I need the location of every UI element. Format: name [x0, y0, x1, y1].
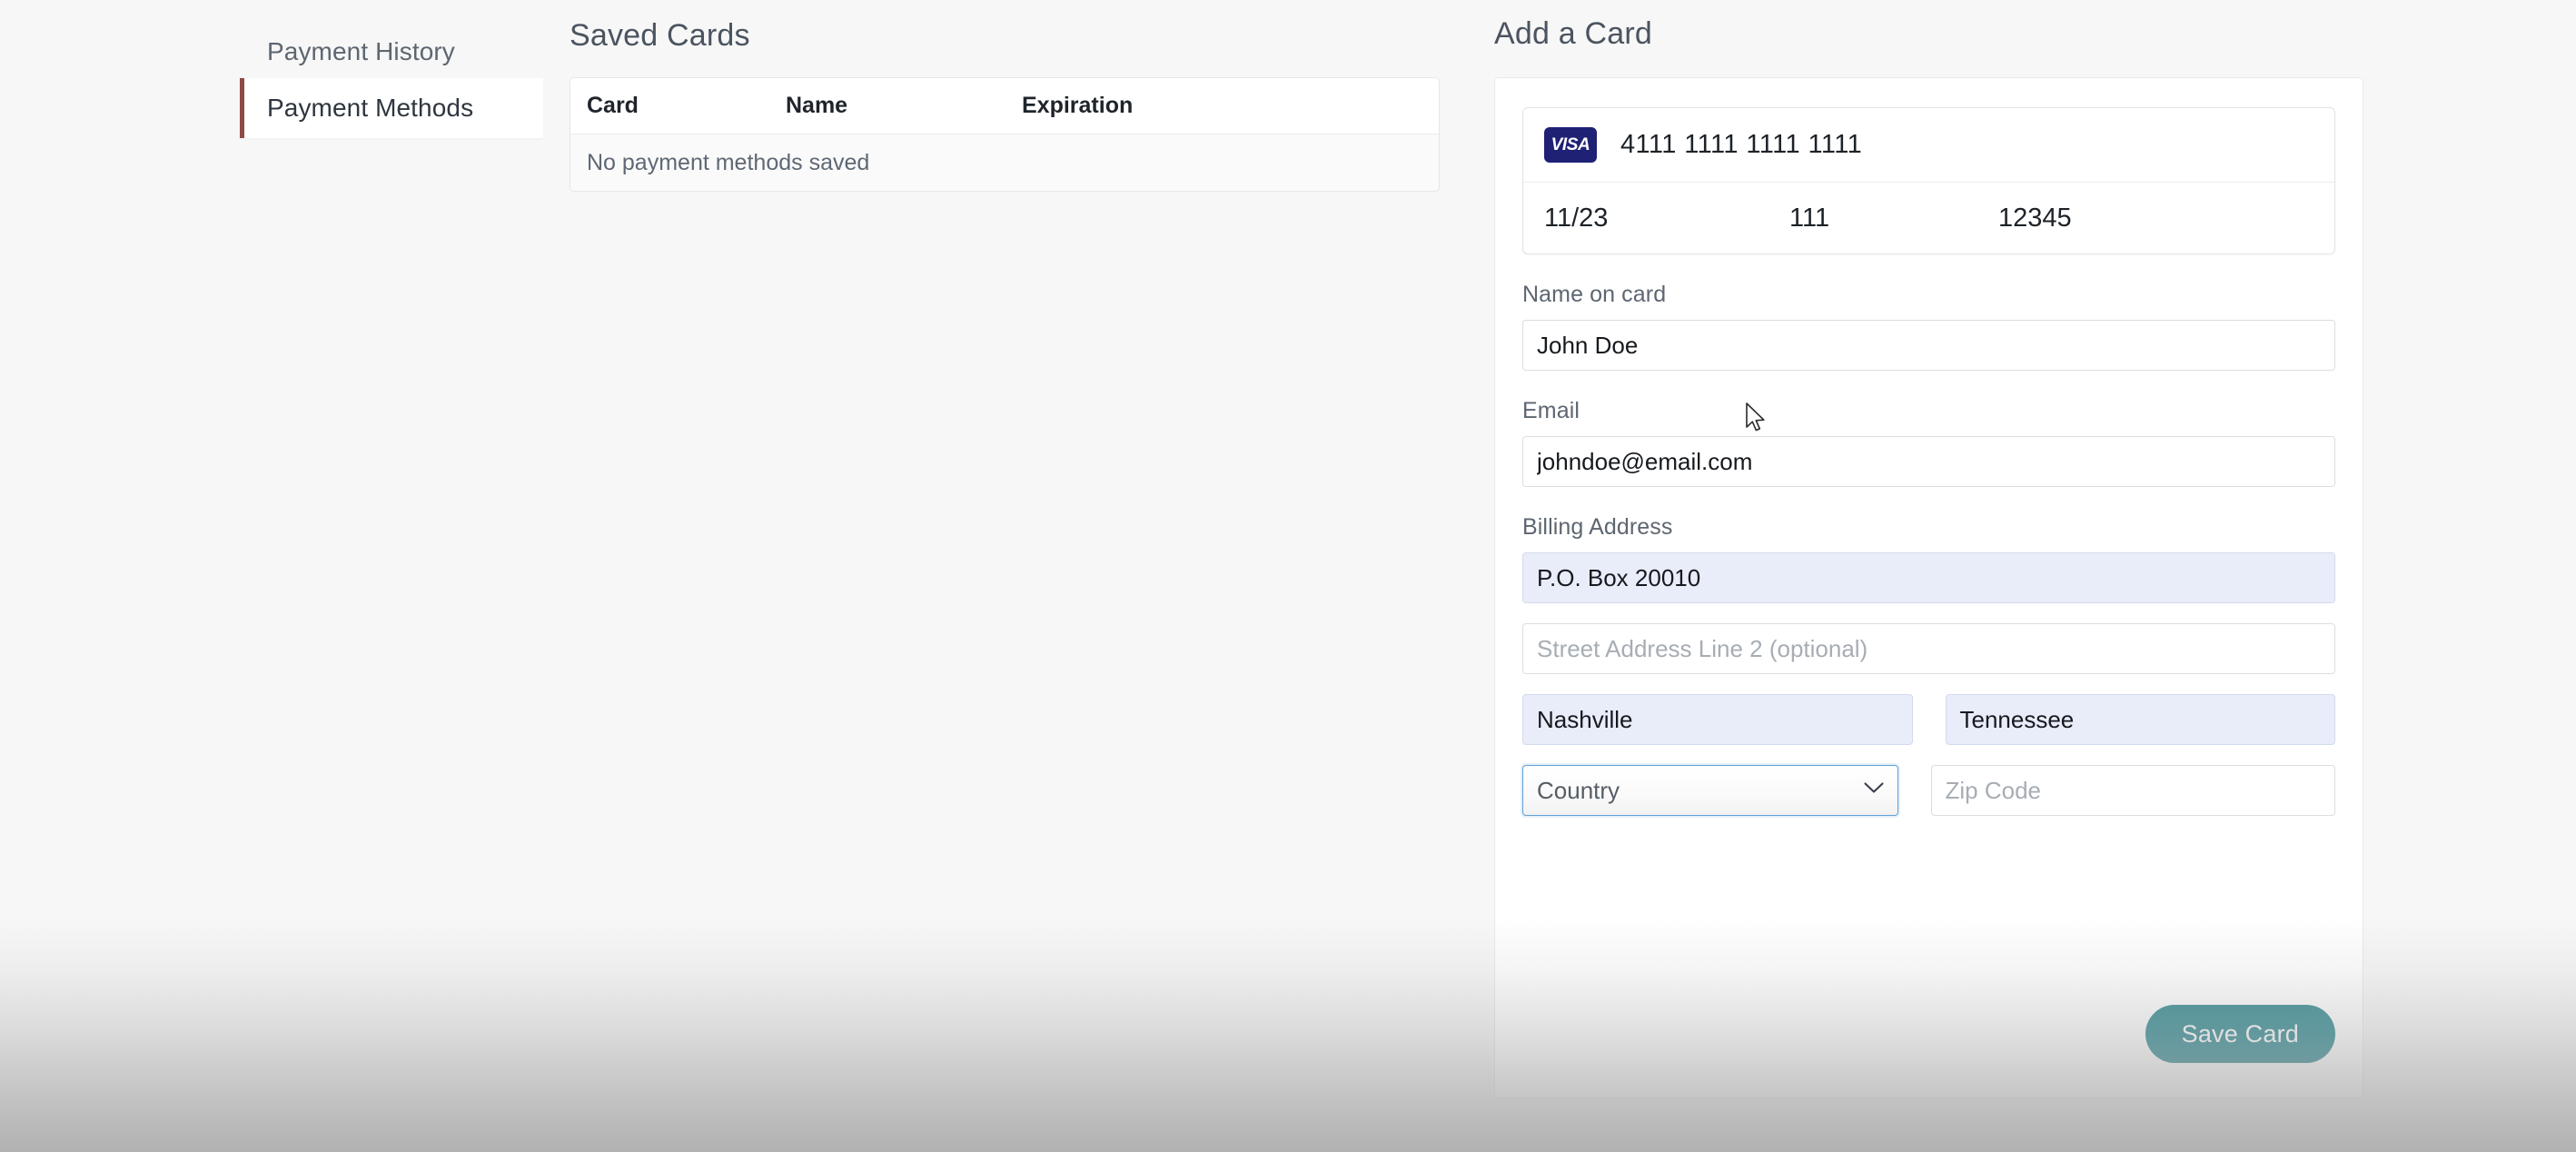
sidebar-item-label: Payment Methods — [267, 94, 474, 122]
saved-cards-section: Saved Cards Card Name Expiration No paym… — [570, 18, 1440, 192]
visa-icon-label: VISA — [1551, 134, 1590, 154]
email-label: Email — [1522, 398, 1580, 423]
sidebar-item-payment-methods[interactable]: Payment Methods — [240, 78, 543, 138]
billing-address-group: Billing Address Country — [1522, 514, 2335, 816]
card-number-row[interactable]: VISA 4111 1111 1111 1111 — [1523, 108, 2334, 183]
zip-code-input[interactable] — [1930, 765, 2335, 816]
address-line-2-row — [1522, 623, 2335, 674]
email-input[interactable] — [1522, 436, 2335, 487]
saved-cards-table: Card Name Expiration No payment methods … — [570, 77, 1440, 192]
name-on-card-group: Name on card — [1522, 282, 2335, 371]
column-header-name: Name — [786, 93, 848, 118]
card-details-row[interactable]: 11/23 111 12345 — [1523, 183, 2334, 253]
save-card-button[interactable]: Save Card — [2145, 1005, 2335, 1063]
add-card-title: Add a Card — [1494, 16, 1652, 51]
page-root: Payment History Payment Methods Saved Ca… — [0, 0, 2576, 1152]
name-on-card-input[interactable] — [1522, 320, 2335, 371]
state-input[interactable] — [1945, 694, 2335, 745]
column-header-card: Card — [587, 93, 639, 118]
email-group: Email — [1522, 398, 2335, 487]
city-input[interactable] — [1522, 694, 1913, 745]
table-row-empty: No payment methods saved — [570, 134, 1439, 191]
name-on-card-label: Name on card — [1522, 282, 1667, 307]
billing-address-label: Billing Address — [1522, 514, 1673, 540]
card-number-value: 4111 1111 1111 1111 — [1620, 130, 1863, 159]
sidebar-item-label: Payment History — [267, 37, 455, 65]
country-select[interactable]: Country — [1522, 765, 1898, 816]
country-select-wrapper: Country — [1522, 765, 1898, 816]
add-card-section: Add a Card VISA 4111 1111 1111 1111 11/2… — [1494, 16, 2363, 1098]
sidebar-item-payment-history[interactable]: Payment History — [240, 25, 543, 78]
visa-icon: VISA — [1544, 127, 1597, 163]
card-cvc-value: 111 — [1789, 203, 1830, 233]
country-zip-row: Country — [1522, 765, 2335, 816]
card-postal-value: 12345 — [1998, 203, 2072, 233]
add-card-panel: VISA 4111 1111 1111 1111 11/23 111 12345… — [1494, 77, 2363, 1098]
address-line-1-input[interactable] — [1522, 552, 2335, 603]
column-header-expiration: Expiration — [1022, 93, 1134, 118]
card-entry-widget[interactable]: VISA 4111 1111 1111 1111 11/23 111 12345 — [1522, 107, 2335, 254]
saved-cards-title: Saved Cards — [570, 18, 750, 53]
empty-state-message: No payment methods saved — [587, 149, 870, 175]
table-header-row: Card Name Expiration — [570, 78, 1439, 134]
settings-sidebar: Payment History Payment Methods — [240, 25, 543, 138]
card-expiry-value: 11/23 — [1544, 203, 1609, 233]
address-line-2-input[interactable] — [1522, 623, 2335, 674]
city-state-row — [1522, 694, 2335, 745]
